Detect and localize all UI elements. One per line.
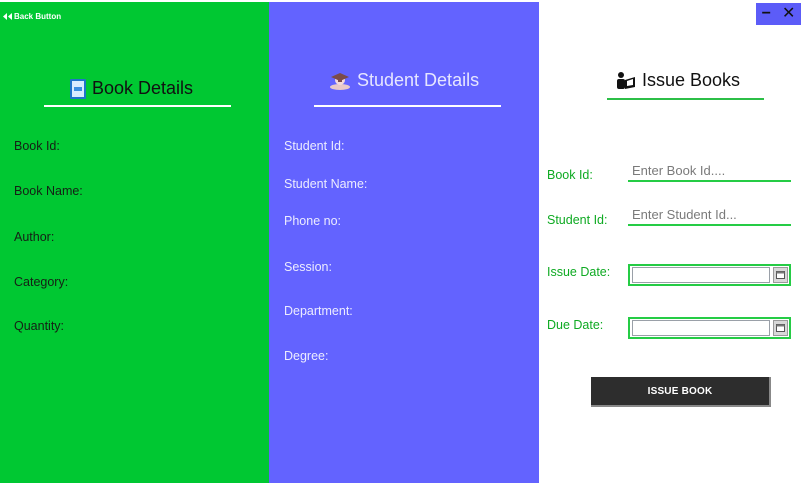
issue-books-title-text: Issue Books bbox=[642, 70, 741, 90]
student-details-panel: Student Details Student Id: Student Name… bbox=[269, 2, 539, 483]
book-details-panel: Back Button Book Details Book Id: Book N… bbox=[0, 2, 269, 483]
issue-date-label: Issue Date: bbox=[547, 265, 611, 279]
issue-date-input[interactable] bbox=[632, 267, 770, 283]
book-details-title-text: Book Details bbox=[92, 78, 194, 98]
book-name-label: Book Name: bbox=[14, 184, 83, 198]
student-id-label: Student Id: bbox=[284, 139, 345, 153]
book-id-label: Book Id: bbox=[14, 139, 60, 153]
back-button-label: Back Button bbox=[14, 12, 62, 21]
issue-books-panel: Issue Books Book Id: Student Id: Issue D… bbox=[539, 2, 801, 483]
book-details-underline bbox=[44, 105, 231, 107]
issue-book-button[interactable]: ISSUE BOOK bbox=[591, 377, 771, 407]
degree-label: Degree: bbox=[284, 349, 329, 363]
student-id-input[interactable] bbox=[628, 204, 791, 226]
issue-books-underline bbox=[607, 98, 764, 100]
calendar-icon bbox=[776, 271, 785, 279]
category-label: Category: bbox=[14, 275, 69, 289]
window-controls: − ✕ bbox=[756, 3, 801, 25]
minimize-button[interactable]: − bbox=[762, 6, 771, 22]
due-date-picker[interactable] bbox=[628, 317, 791, 339]
book-details-title: Book Details bbox=[70, 78, 193, 99]
back-button[interactable]: Back Button bbox=[3, 12, 61, 21]
phone-no-label: Phone no: bbox=[284, 214, 341, 228]
issue-date-picker[interactable] bbox=[628, 264, 791, 286]
quantity-label: Quantity: bbox=[14, 319, 65, 333]
book-id-input[interactable] bbox=[628, 160, 791, 182]
session-label: Session: bbox=[284, 260, 332, 274]
issue-student-id-label: Student Id: bbox=[547, 213, 608, 227]
calendar-icon bbox=[776, 324, 785, 332]
student-details-title: Student Details bbox=[329, 70, 479, 91]
student-details-underline bbox=[314, 105, 501, 107]
student-details-title-text: Student Details bbox=[357, 70, 480, 90]
author-label: Author: bbox=[14, 230, 55, 244]
reader-icon bbox=[617, 71, 635, 89]
due-date-calendar-button[interactable] bbox=[773, 320, 788, 336]
student-name-label: Student Name: bbox=[284, 177, 368, 191]
close-button[interactable]: ✕ bbox=[782, 6, 795, 22]
book-icon bbox=[70, 78, 86, 99]
issue-date-calendar-button[interactable] bbox=[773, 267, 788, 283]
student-icon bbox=[330, 72, 350, 90]
due-date-label: Due Date: bbox=[547, 318, 604, 332]
due-date-input[interactable] bbox=[632, 320, 770, 336]
double-left-arrow-icon bbox=[3, 13, 12, 20]
issue-book-id-label: Book Id: bbox=[547, 168, 593, 182]
issue-books-title: Issue Books bbox=[616, 70, 740, 91]
department-label: Department: bbox=[284, 304, 353, 318]
